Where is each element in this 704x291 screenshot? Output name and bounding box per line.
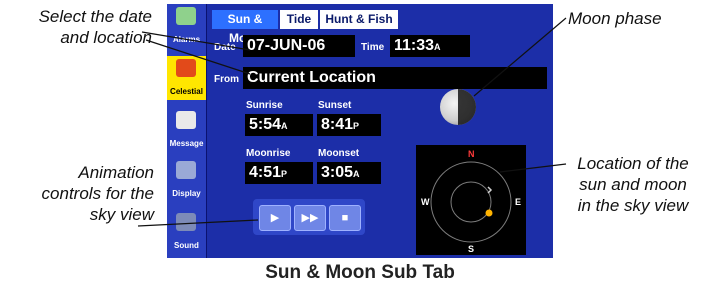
device-screen: Alarms Celestial Message Display Sound S… <box>167 4 553 258</box>
sidebar-item-label: Message <box>169 139 204 148</box>
date-label: Date <box>214 42 236 53</box>
callout-line: controls for the <box>41 184 154 203</box>
location-value: Current Location <box>247 69 376 86</box>
west-label: W <box>421 197 430 207</box>
moon-marker-icon <box>487 186 493 194</box>
sidebar-item-display[interactable]: Display <box>167 158 206 202</box>
stop-icon: ■ <box>341 212 349 224</box>
callout-sky-location: Location of the sun and moon in the sky … <box>563 153 703 216</box>
play-button[interactable]: ▶ <box>259 205 291 231</box>
sunset-field: 8:41P <box>317 114 381 136</box>
sidebar-item-alarms[interactable]: Alarms <box>167 4 206 48</box>
sidebar-item-label: Display <box>172 189 201 198</box>
display-icon <box>176 161 196 179</box>
moon-shadow <box>440 89 476 125</box>
sidebar-item-label: Sound <box>174 241 199 250</box>
sun-marker-icon <box>485 209 493 217</box>
time-label: Time <box>361 42 385 53</box>
sunset-suffix: P <box>353 121 360 131</box>
sky-view: N S W E <box>416 145 526 255</box>
callout-line: Location of the <box>577 154 689 173</box>
moonrise-value: 4:51 <box>249 164 282 181</box>
sunrise-label: Sunrise <box>246 100 283 111</box>
sidebar-item-label: Celestial <box>170 87 203 96</box>
time-suffix: A <box>434 42 441 52</box>
sunrise-value: 5:54 <box>249 116 282 133</box>
tab-hunt-fish[interactable]: Hunt & Fish <box>320 10 398 29</box>
fast-forward-icon: ▶▶ <box>301 212 319 224</box>
callout-select-date-location: Select the date and location <box>2 6 152 48</box>
celestial-icon <box>176 59 196 77</box>
sunrise-suffix: A <box>281 121 288 131</box>
sunset-label: Sunset <box>318 100 352 111</box>
north-label: N <box>468 149 475 159</box>
alarm-clock-icon <box>176 7 196 25</box>
callout-line: Animation <box>78 163 154 182</box>
time-value: 11:33 <box>394 37 435 54</box>
date-value: 07-JUN-06 <box>247 37 326 54</box>
fast-forward-button[interactable]: ▶▶ <box>294 205 326 231</box>
from-label: From <box>214 74 239 85</box>
horizon-ring <box>430 161 512 243</box>
date-field[interactable]: 07-JUN-06 <box>243 35 355 57</box>
sidebar-item-label: Alarms <box>172 35 201 44</box>
figure-caption: Sun & Moon Sub Tab <box>265 262 455 283</box>
stop-button[interactable]: ■ <box>329 205 361 231</box>
sidebar-item-message[interactable]: Message <box>167 108 206 152</box>
callout-line: sky view <box>89 205 154 224</box>
time-field[interactable]: 11:33A <box>390 35 470 57</box>
message-icon <box>176 111 196 129</box>
sound-icon <box>176 213 196 231</box>
sidebar: Alarms Celestial Message Display Sound <box>167 4 207 258</box>
callout-line: and location <box>60 28 152 47</box>
moonrise-field: 4:51P <box>245 162 313 184</box>
moonrise-label: Moonrise <box>246 148 291 159</box>
moonset-field: 3:05A <box>317 162 381 184</box>
south-label: S <box>468 244 474 254</box>
play-icon: ▶ <box>270 212 280 224</box>
callout-line: sun and moon <box>579 175 687 194</box>
callout-line: in the sky view <box>577 196 689 215</box>
animation-controls: ▶ ▶▶ ■ <box>253 199 365 235</box>
callout-moon-phase: Moon phase <box>568 8 662 29</box>
tab-tide[interactable]: Tide <box>280 10 318 29</box>
tab-sun-moon[interactable]: Sun & Moon <box>212 10 278 45</box>
callout-line: Select the date <box>38 7 152 26</box>
elevation-ring <box>450 181 492 223</box>
sunrise-field: 5:54A <box>245 114 313 136</box>
location-field[interactable]: Current Location <box>243 67 547 89</box>
moonset-label: Moonset <box>318 148 360 159</box>
callout-line: Moon phase <box>568 9 662 28</box>
east-label: E <box>515 197 521 207</box>
moonset-suffix: A <box>353 169 360 179</box>
moonset-value: 3:05 <box>321 164 354 181</box>
sidebar-item-celestial[interactable]: Celestial <box>167 56 206 100</box>
sunset-value: 8:41 <box>321 116 354 133</box>
sky-view-graphic: N S W E <box>421 149 521 254</box>
moonrise-suffix: P <box>281 169 288 179</box>
sidebar-item-sound[interactable]: Sound <box>167 210 206 254</box>
callout-animation-controls: Animation controls for the sky view <box>2 162 154 225</box>
